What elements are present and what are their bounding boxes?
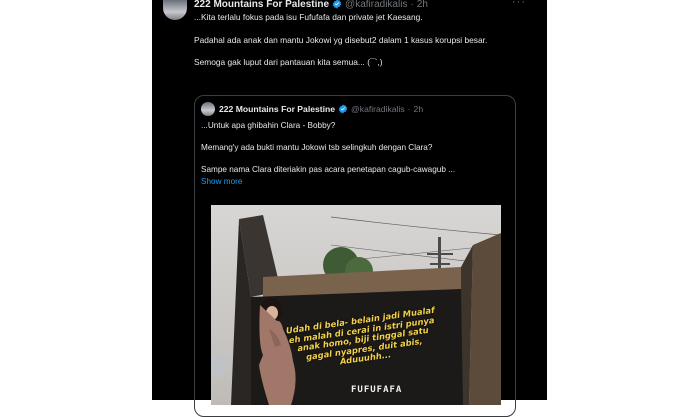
quoted-post-time[interactable]: 2h [414, 104, 424, 114]
verified-badge-icon [332, 0, 342, 9]
quoted-tweet-header: 222 Mountains For Palestine @kafiradikal… [219, 104, 423, 114]
image-brand-text: FUFUFAFA [351, 385, 403, 395]
show-more-link[interactable]: Show more [201, 176, 506, 187]
tweet-body: ...Kita terlalu fokus pada isu Fufufafa … [194, 12, 534, 69]
quoted-header-separator: · [407, 104, 411, 114]
quoted-author-name[interactable]: 222 Mountains For Palestine [219, 104, 335, 114]
quoted-tweet-image[interactable]: Udah di bela- belain jadi Mualaf eh mala… [211, 205, 501, 405]
post-time[interactable]: 2h [417, 0, 428, 10]
quoted-author-handle[interactable]: @kafiradikalis [351, 104, 405, 114]
quoted-tweet-body: ...Untuk apa ghibahin Clara - Bobby? Mem… [201, 120, 506, 187]
quoted-author-avatar[interactable] [201, 102, 215, 116]
header-separator: · [410, 0, 414, 10]
quoted-line: ...Untuk apa ghibahin Clara - Bobby? [201, 121, 336, 130]
tweet-line: ...Kita terlalu fokus pada isu Fufufafa … [194, 12, 423, 22]
verified-badge-icon [338, 104, 348, 114]
tweet-line: Semoga gak luput dari pantauan kita semu… [194, 57, 383, 67]
quoted-tweet-card[interactable]: 222 Mountains For Palestine @kafiradikal… [194, 95, 516, 417]
quoted-line: Sampe nama Clara diteriakin pas acara pe… [201, 165, 455, 174]
author-handle[interactable]: @kafiradikalis [345, 0, 407, 10]
more-options-icon[interactable]: ··· [512, 0, 526, 8]
quoted-line: Memang'y ada bukti mantu Jokowi tsb seli… [201, 143, 433, 152]
tweet-header: 222 Mountains For Palestine @kafiradikal… [194, 0, 428, 11]
page-margin-left [120, 0, 152, 400]
truck-photo [211, 205, 501, 405]
author-name[interactable]: 222 Mountains For Palestine [194, 0, 329, 10]
tweet-line: Padahal ada anak dan mantu Jokowi yg dis… [194, 34, 488, 45]
